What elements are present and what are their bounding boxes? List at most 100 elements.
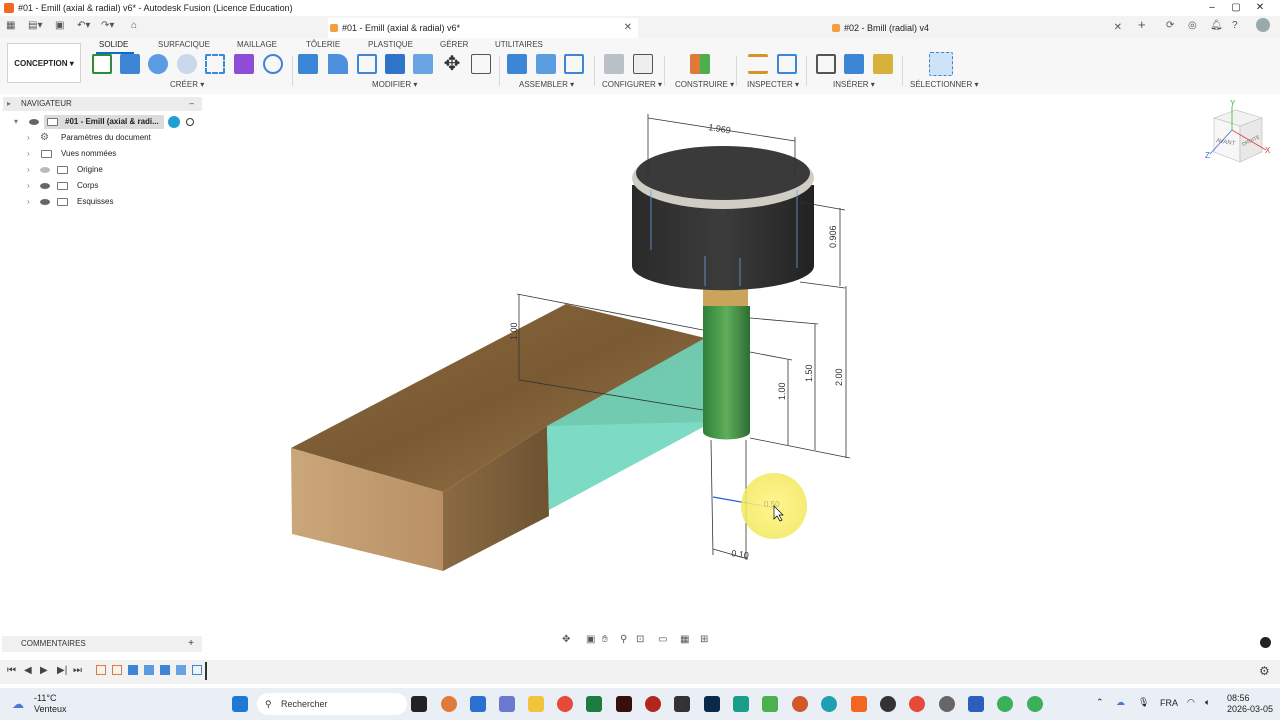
onedrive-icon[interactable]: ☁ xyxy=(1116,697,1125,708)
group-configure-label[interactable]: CONFIGURER ▾ xyxy=(602,80,662,89)
measure-icon[interactable] xyxy=(748,54,768,74)
tree-item-bodies[interactable]: › Corps xyxy=(0,179,202,193)
group-select-label[interactable]: SÉLECTIONNER ▾ xyxy=(910,80,978,89)
tree-root[interactable]: ▾ #01 - Emill (axial & radi... xyxy=(0,115,202,129)
file-explorer-icon[interactable] xyxy=(528,696,544,712)
group-inspect-label[interactable]: INSPECTER ▾ xyxy=(747,80,799,89)
next-step-icon[interactable]: ▶| xyxy=(57,665,67,676)
acrobat-icon[interactable] xyxy=(645,696,661,712)
notifications-icon[interactable]: 🔔︎ xyxy=(1210,20,1223,31)
taskbar-search[interactable]: ⚲ Rechercher xyxy=(257,693,407,715)
clock-time[interactable]: 08:56 xyxy=(1227,693,1250,703)
configuration-table-icon[interactable] xyxy=(633,54,653,74)
last-step-icon[interactable]: ⏭ xyxy=(73,665,82,676)
navigator-collapse-icon[interactable]: ▸ xyxy=(7,97,11,111)
save-icon[interactable]: ▣ xyxy=(55,20,64,31)
photoshop-icon[interactable] xyxy=(704,696,720,712)
derive-icon[interactable] xyxy=(263,54,283,74)
app-icon-4[interactable] xyxy=(880,696,896,712)
revolve-feature-icon[interactable] xyxy=(144,665,154,675)
sketch-feature-icon[interactable] xyxy=(96,665,106,675)
close-window-button[interactable]: ✕ xyxy=(1248,0,1272,16)
visibility-eye-icon[interactable] xyxy=(40,199,50,205)
play-icon[interactable]: ▶ xyxy=(40,665,48,676)
close-tab-icon[interactable]: ✕ xyxy=(1114,18,1122,38)
tree-item-origin[interactable]: › Origine xyxy=(0,163,202,177)
close-tab-icon[interactable]: ✕ xyxy=(624,18,632,38)
tab-tolerie[interactable]: TÔLERIE xyxy=(306,40,340,49)
visibility-eye-icon[interactable] xyxy=(40,183,50,189)
job-status-icon[interactable]: ◎ xyxy=(1188,20,1197,31)
weather-icon[interactable]: ☁ xyxy=(12,697,24,711)
revolve-icon[interactable] xyxy=(148,54,168,74)
sketch-feature-icon[interactable] xyxy=(112,665,122,675)
timeline-settings-gear-icon[interactable]: ⚙ xyxy=(1259,664,1270,678)
task-view-icon[interactable] xyxy=(411,696,427,712)
tab-maillage[interactable]: MAILLAGE xyxy=(237,40,277,49)
previous-step-icon[interactable]: ◀ xyxy=(24,665,32,676)
offset-plane-icon[interactable] xyxy=(690,54,710,74)
pan-icon[interactable]: ✋︎ xyxy=(602,634,608,645)
group-modify-label[interactable]: MODIFIER ▾ xyxy=(372,80,417,89)
tab-utilitaires[interactable]: UTILITAIRES xyxy=(495,40,543,49)
user-avatar[interactable] xyxy=(1256,18,1270,32)
select-icon[interactable] xyxy=(929,52,953,76)
new-tab-icon[interactable]: + xyxy=(1138,17,1146,32)
insert-canvas-icon[interactable] xyxy=(844,54,864,74)
maximize-button[interactable]: ▢ xyxy=(1224,0,1248,16)
insert-mcmaster-icon[interactable] xyxy=(873,54,893,74)
expand-arrow-icon[interactable]: › xyxy=(27,179,30,193)
grid-settings-icon[interactable]: ▦ xyxy=(680,634,689,645)
visibility-eye-icon[interactable] xyxy=(29,119,39,125)
app-icon-2[interactable] xyxy=(762,696,778,712)
chrome-icon[interactable] xyxy=(557,696,573,712)
configure-icon[interactable] xyxy=(604,54,624,74)
timeline-features[interactable] xyxy=(96,662,208,680)
display-settings-icon[interactable]: ▭ xyxy=(658,634,667,645)
extrude-feature-icon[interactable] xyxy=(160,665,170,675)
timeline-marker[interactable] xyxy=(205,662,207,680)
navigator-header[interactable]: ▸ NAVIGATEUR – xyxy=(3,97,202,111)
group-create-label[interactable]: CRÉER ▾ xyxy=(170,80,204,89)
volume-icon[interactable]: 🔈︎ xyxy=(1205,697,1210,708)
excel-icon[interactable] xyxy=(586,696,602,712)
fillet-icon[interactable] xyxy=(328,54,348,74)
app-icon-1[interactable] xyxy=(441,696,457,712)
insert-derive-icon[interactable] xyxy=(816,54,836,74)
view-cube[interactable]: AVANT DROITE X Y Z xyxy=(1205,99,1271,163)
create-form-icon[interactable] xyxy=(234,54,254,74)
word-icon[interactable] xyxy=(968,696,984,712)
microphone-icon[interactable]: 🎙︎ xyxy=(1138,697,1149,708)
combine-feature-icon[interactable] xyxy=(176,665,186,675)
settings-icon[interactable] xyxy=(939,696,955,712)
as-built-joint-icon[interactable] xyxy=(564,54,584,74)
inkscape-icon[interactable] xyxy=(674,696,690,712)
tab-surfacique[interactable]: SURFACIQUE xyxy=(158,40,210,49)
tree-item-named-views[interactable]: › Vues nommées xyxy=(0,147,202,161)
expand-arrow-icon[interactable]: ▾ xyxy=(14,115,18,129)
add-comment-icon[interactable]: + xyxy=(188,636,194,652)
illustrator-icon[interactable] xyxy=(616,696,632,712)
start-windows-icon[interactable] xyxy=(232,696,248,712)
expand-arrow-icon[interactable]: › xyxy=(27,131,30,145)
orbit-icon[interactable]: ✥ xyxy=(562,634,570,645)
look-at-icon[interactable]: ▣ xyxy=(586,634,595,645)
home-icon[interactable]: ⌂ xyxy=(131,20,137,31)
tab-gerer[interactable]: GÉRER xyxy=(440,40,468,49)
arduino-icon[interactable] xyxy=(733,696,749,712)
group-insert-label[interactable]: INSÉRER ▾ xyxy=(833,80,875,89)
first-step-icon[interactable]: ⏮ xyxy=(7,665,16,676)
tab-plastique[interactable]: PLASTIQUE xyxy=(368,40,413,49)
fusion-taskbar-icon[interactable] xyxy=(851,696,867,712)
joint-icon[interactable] xyxy=(536,54,556,74)
combine-icon[interactable] xyxy=(385,54,405,74)
navigator-minimize-icon[interactable]: – xyxy=(190,97,194,111)
clock-date[interactable]: 2026-03-05 xyxy=(1227,704,1273,714)
parameters-icon[interactable] xyxy=(471,54,491,74)
new-component-icon[interactable] xyxy=(507,54,527,74)
extensions-icon[interactable]: ⟳ xyxy=(1166,20,1174,31)
hidden-eye-icon[interactable] xyxy=(40,167,50,173)
language-indicator[interactable]: FRA xyxy=(1160,698,1178,708)
chat-icon[interactable] xyxy=(1260,637,1271,648)
wifi-icon[interactable]: ◠ xyxy=(1187,697,1195,708)
